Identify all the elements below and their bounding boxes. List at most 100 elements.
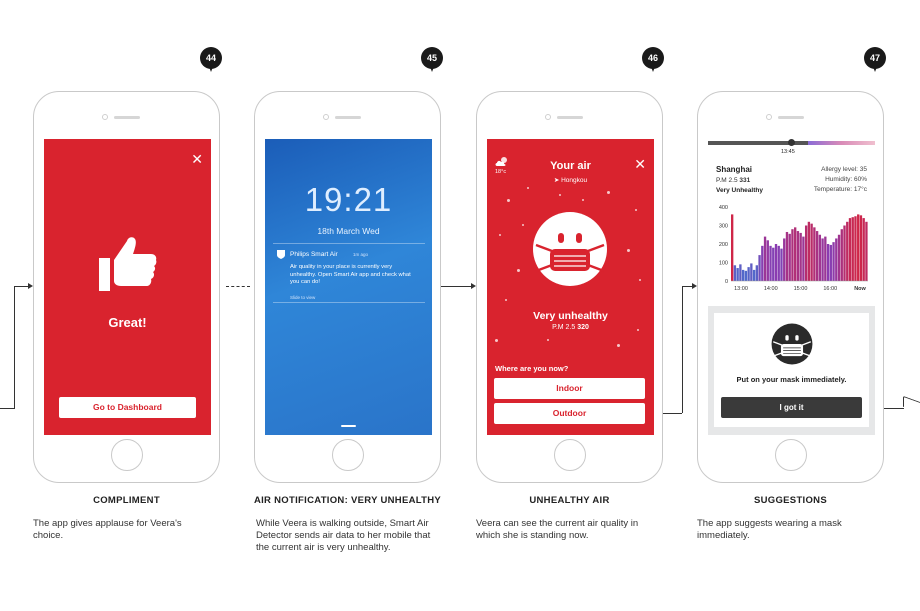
y-tick-label: 200 (719, 242, 728, 248)
chart-bar (796, 231, 800, 281)
chart-bar (731, 214, 734, 281)
connector-in-line (0, 408, 15, 409)
masked-face-icon (771, 323, 813, 365)
chart-bar (788, 233, 791, 281)
suggestion-card: Put on your mask immediately. I got it (714, 313, 869, 427)
notification[interactable]: Philips Smart Air 1m ago Air quality in … (273, 243, 425, 303)
chart-bar (741, 269, 745, 281)
step-description: While Veera is walking outside, Smart Ai… (256, 518, 431, 553)
chart-bar (854, 216, 857, 281)
chart-bar (761, 245, 764, 281)
chart-bar (783, 238, 786, 281)
philips-shield-icon (277, 250, 285, 259)
slider-knob[interactable] (788, 139, 795, 146)
chart-bar (815, 231, 819, 281)
phone-unhealthy-air: 18°c Your air ➤ Hongkou ✕ Very unhealthy… (476, 91, 663, 483)
outdoor-button[interactable]: Outdoor (494, 403, 645, 424)
chart-bar (810, 223, 813, 281)
air-screen: 18°c Your air ➤ Hongkou ✕ Very unhealthy… (487, 139, 654, 435)
air-status: Very Unhealthy (716, 187, 763, 194)
home-button[interactable] (111, 439, 143, 471)
chart-bar (791, 229, 794, 281)
chart-bar (766, 240, 769, 281)
close-icon[interactable]: ✕ (191, 151, 203, 168)
location-question: Where are you now? (495, 364, 569, 373)
chart-bar (780, 248, 783, 281)
home-button[interactable] (775, 439, 807, 471)
dashed-connector (226, 286, 250, 287)
chart-bar (848, 218, 852, 281)
pm-reading: P.M 2.5 331 (716, 177, 751, 184)
step-marker-47: 47 (864, 47, 886, 75)
city: Shanghai (716, 165, 753, 174)
chart-bar (840, 229, 843, 281)
y-tick-label: 0 (725, 279, 728, 285)
y-tick-label: 400 (719, 205, 728, 211)
suggestion-screen: 13:45 Shanghai P.M 2.5 331 Very Unhealth… (708, 139, 875, 435)
notification-body: Air quality in your place is currently v… (290, 264, 411, 285)
chart-bar (862, 218, 865, 281)
indoor-button[interactable]: Indoor (494, 378, 645, 399)
home-indicator (341, 425, 356, 427)
step-title: COMPLIMENT (93, 495, 160, 506)
chart-bar (826, 244, 830, 281)
chart-bar (799, 232, 802, 281)
chart-bar (733, 265, 737, 281)
notification-hint: Slide to view (290, 295, 316, 300)
step-marker-45: 45 (421, 47, 443, 75)
connector-line (682, 286, 683, 413)
chart-bar (824, 236, 827, 281)
chart-bar (747, 267, 750, 281)
chart-bar (851, 217, 854, 281)
x-tick-label: Now (854, 286, 866, 292)
home-button[interactable] (554, 439, 586, 471)
notification-app-name: Philips Smart Air (290, 251, 338, 258)
chart-bar (772, 247, 775, 281)
x-tick-label: 13:00 (734, 286, 748, 292)
go-to-dashboard-button[interactable]: Go to Dashboard (59, 397, 196, 418)
y-tick-label: 300 (719, 224, 728, 230)
chart-bar (813, 227, 816, 281)
step-title: SUGGESTIONS (754, 495, 827, 506)
temperature: Temperature: 17°c (813, 186, 867, 193)
location-name: Hongkou (561, 177, 588, 184)
chart-bar (807, 221, 811, 281)
chart-bar (763, 236, 767, 281)
chart-bar (758, 255, 761, 281)
masked-face-icon (533, 212, 607, 286)
step-marker-44: 44 (200, 47, 222, 75)
location: ➤ Hongkou (487, 176, 654, 184)
chart-bar (818, 234, 822, 281)
phone-compliment: ✕ Great! Go to Dashboard (33, 91, 220, 483)
compliment-screen: ✕ Great! Go to Dashboard (44, 139, 211, 435)
chart-bar (837, 234, 841, 281)
chart-bar (774, 244, 778, 281)
chart-bar (835, 238, 838, 281)
home-button[interactable] (332, 439, 364, 471)
y-tick-label: 100 (719, 261, 728, 267)
chart-bar (750, 263, 753, 281)
i-got-it-button[interactable]: I got it (721, 397, 862, 418)
chart-bar (865, 221, 868, 281)
suggestion-text: Put on your mask immediately. (736, 375, 847, 384)
chart-bar (785, 231, 789, 281)
chart-bar (804, 225, 808, 281)
chart-bar (777, 245, 780, 281)
pm-reading: P.M 2.5 320 (552, 324, 589, 331)
x-tick-label: 15:00 (794, 286, 808, 292)
date: 18th March Wed (317, 226, 380, 236)
phone-notification: 19:21 18th March Wed Philips Smart Air 1… (254, 91, 441, 483)
step-description: The app gives applause for Veera's choic… (33, 518, 182, 541)
chart-bar (859, 215, 863, 281)
connector-in-line (14, 286, 15, 408)
chart-bar (832, 242, 835, 281)
chart-bar (843, 225, 846, 281)
chart-bar (769, 245, 772, 281)
air-dashboard: 13:45 Shanghai P.M 2.5 331 Very Unhealth… (708, 139, 875, 306)
phone-suggestions: 13:45 Shanghai P.M 2.5 331 Very Unhealth… (697, 91, 884, 483)
chart-bar (829, 244, 832, 281)
close-icon[interactable]: ✕ (634, 156, 646, 173)
lock-screen: 19:21 18th March Wed Philips Smart Air 1… (265, 139, 432, 435)
chart-bar (846, 221, 849, 281)
chart-bar (755, 265, 758, 281)
